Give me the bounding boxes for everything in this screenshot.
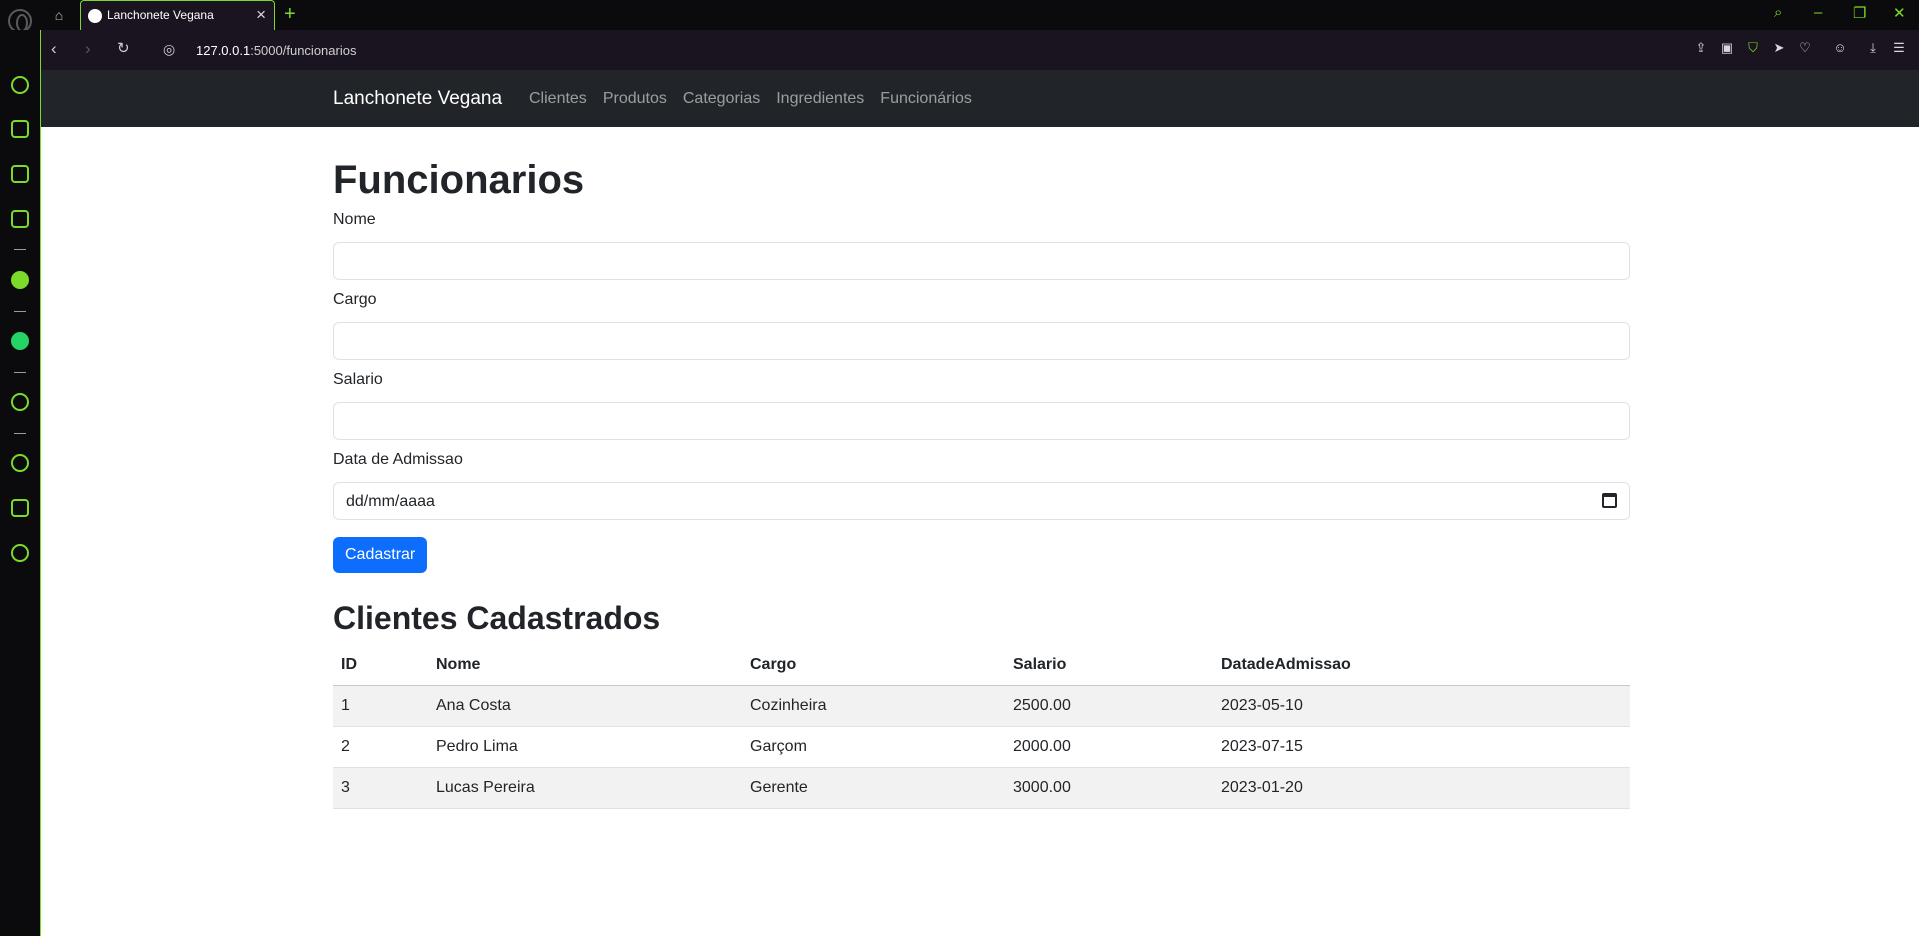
- window-close-icon[interactable]: ✕: [1893, 4, 1906, 22]
- cell-id: 2: [333, 726, 428, 768]
- table-row: 2 Pedro Lima Garçom 2000.00 2023-07-15: [333, 726, 1630, 768]
- cell-salario: 2000.00: [1005, 726, 1213, 768]
- reload-icon[interactable]: ↻: [117, 39, 130, 59]
- cell-data: 2023-01-20: [1213, 767, 1630, 809]
- camera-icon[interactable]: ▣: [1720, 41, 1734, 55]
- nav-link-produtos[interactable]: Produtos: [603, 90, 667, 108]
- cell-nome: Pedro Lima: [428, 726, 742, 768]
- table-header-row: ID Nome Cargo Salario DatadeAdmissao: [333, 645, 1630, 686]
- settings-gear-icon[interactable]: [11, 544, 29, 562]
- salario-input[interactable]: [333, 402, 1630, 440]
- table-row: 1 Ana Costa Cozinheira 2500.00 2023-05-1…: [333, 685, 1630, 727]
- nav-link-clientes[interactable]: Clientes: [529, 90, 587, 108]
- cell-nome: Lucas Pereira: [428, 767, 742, 809]
- heart-icon[interactable]: ♡: [1798, 41, 1812, 55]
- calendar-icon[interactable]: [1602, 493, 1617, 508]
- col-data-admissao: DatadeAdmissao: [1213, 645, 1630, 686]
- sidebar-divider: [14, 433, 26, 434]
- web-page: Lanchonete Vegana Clientes Produtos Cate…: [41, 70, 1919, 936]
- nav-link-categorias[interactable]: Categorias: [683, 90, 760, 108]
- url-field[interactable]: 127.0.0.1:5000/funcionarios: [196, 43, 356, 58]
- cell-data: 2023-07-15: [1213, 726, 1630, 768]
- twitch-icon[interactable]: [11, 165, 29, 183]
- cell-cargo: Cozinheira: [742, 685, 1005, 727]
- address-bar: ‹ › ↻ ◎ 127.0.0.1:5000/funcionarios ⇪ ▣ …: [41, 30, 1919, 70]
- col-id: ID: [333, 645, 428, 686]
- sidebar-divider: [14, 311, 26, 312]
- shield-icon[interactable]: ⛉: [1746, 41, 1760, 55]
- gamepad-icon[interactable]: ⌂: [48, 6, 70, 24]
- forward-icon[interactable]: ›: [85, 39, 91, 59]
- salario-label: Salario: [333, 371, 383, 388]
- data-admissao-input[interactable]: dd/mm/aaaa: [333, 482, 1630, 520]
- cell-salario: 2500.00: [1005, 685, 1213, 727]
- site-info-icon[interactable]: ◎: [163, 39, 175, 59]
- search-tabs-icon[interactable]: ⌕: [1774, 4, 1782, 21]
- page-title: Funcionarios: [333, 158, 585, 202]
- share-icon[interactable]: ⇪: [1694, 41, 1708, 55]
- send-icon[interactable]: ➤: [1772, 41, 1786, 55]
- restore-icon[interactable]: ❐: [1853, 4, 1866, 22]
- download-icon[interactable]: ⤓: [1866, 41, 1880, 55]
- menu-icon[interactable]: ☰: [1892, 41, 1906, 55]
- cargo-label: Cargo: [333, 291, 377, 308]
- cell-id: 1: [333, 685, 428, 727]
- col-salario: Salario: [1005, 645, 1213, 686]
- sidebar-divider: [14, 372, 26, 373]
- shopping-icon[interactable]: [11, 120, 29, 138]
- close-tab-icon[interactable]: ×: [256, 5, 266, 25]
- cell-nome: Ana Costa: [428, 685, 742, 727]
- aria-icon[interactable]: [11, 271, 29, 289]
- extensions-icon[interactable]: [11, 499, 29, 517]
- browser-titlebar: ⌂ Lanchonete Vegana × + ⌕ – ❐ ✕: [0, 0, 1919, 33]
- date-placeholder: dd/mm/aaaa: [346, 493, 435, 510]
- cell-id: 3: [333, 767, 428, 809]
- navbar-links: Clientes Produtos Categorias Ingrediente…: [529, 90, 972, 108]
- navbar-brand[interactable]: Lanchonete Vegana: [333, 88, 502, 110]
- player-icon[interactable]: [11, 393, 29, 411]
- nome-label: Nome: [333, 211, 376, 228]
- browser-tab[interactable]: Lanchonete Vegana ×: [80, 0, 275, 31]
- cell-cargo: Gerente: [742, 767, 1005, 809]
- cell-salario: 3000.00: [1005, 767, 1213, 809]
- cadastrar-button[interactable]: Cadastrar: [333, 537, 428, 573]
- cpu-icon[interactable]: [11, 210, 29, 228]
- main-container: Funcionarios Nome Cargo Salario Data de …: [333, 127, 1630, 809]
- section-title: Clientes Cadastrados: [333, 600, 661, 636]
- nav-link-ingredientes[interactable]: Ingredientes: [776, 90, 864, 108]
- data-admissao-label: Data de Admissao: [333, 451, 463, 468]
- site-navbar: Lanchonete Vegana Clientes Produtos Cate…: [41, 70, 1919, 127]
- nav-link-funcionarios[interactable]: Funcionários: [880, 90, 972, 108]
- nome-input[interactable]: [333, 242, 1630, 280]
- whatsapp-icon[interactable]: [11, 332, 29, 350]
- funcionarios-table: ID Nome Cargo Salario DatadeAdmissao 1 A…: [333, 645, 1630, 809]
- cargo-input[interactable]: [333, 322, 1630, 360]
- globe-icon: [88, 9, 102, 23]
- back-icon[interactable]: ‹: [51, 39, 57, 59]
- profile-icon[interactable]: ☺: [1833, 41, 1847, 55]
- minimize-icon[interactable]: –: [1814, 4, 1822, 21]
- col-nome: Nome: [428, 645, 742, 686]
- sidebar-divider: [14, 249, 26, 250]
- history-icon[interactable]: [11, 454, 29, 472]
- tab-title: Lanchonete Vegana: [107, 8, 214, 22]
- table-row: 3 Lucas Pereira Gerente 3000.00 2023-01-…: [333, 767, 1630, 809]
- speed-dial-icon[interactable]: [11, 76, 29, 94]
- cell-cargo: Garçom: [742, 726, 1005, 768]
- cell-data: 2023-05-10: [1213, 685, 1630, 727]
- new-tab-icon[interactable]: +: [284, 2, 296, 26]
- col-cargo: Cargo: [742, 645, 1005, 686]
- browser-sidebar: [0, 30, 41, 936]
